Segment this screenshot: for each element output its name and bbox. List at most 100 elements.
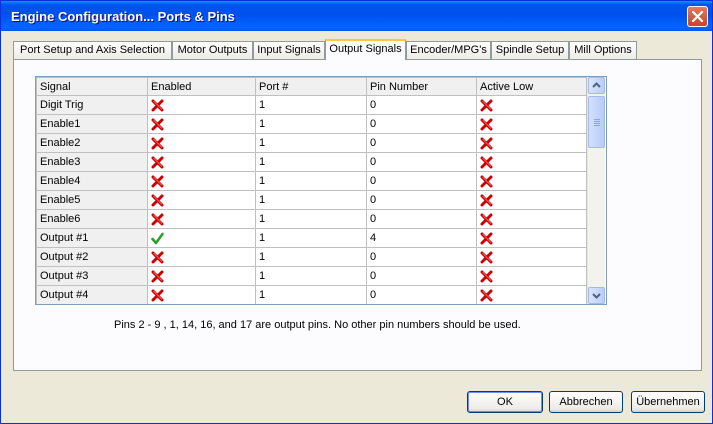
title-bar[interactable]: Engine Configuration... Ports & Pins xyxy=(1,1,712,31)
port-cell[interactable]: 1 xyxy=(255,171,367,191)
pin-number-cell[interactable]: 0 xyxy=(366,114,477,134)
table-row[interactable]: Enable5 1 0 xyxy=(36,190,587,210)
table-row[interactable]: Output #3 1 0 xyxy=(36,266,587,286)
enabled-toggle-cell[interactable] xyxy=(147,228,256,248)
table-row[interactable]: Output #4 1 0 xyxy=(36,285,587,304)
output-signals-grid: Signal Enabled Port # Pin Number Active … xyxy=(35,76,607,305)
table-row[interactable]: Output #1 1 4 xyxy=(36,228,587,248)
engine-config-dialog: Engine Configuration... Ports & Pins Por… xyxy=(0,0,713,424)
red-x-icon xyxy=(480,270,586,283)
column-header-pin-number[interactable]: Pin Number xyxy=(366,77,477,96)
tab-encoder-mpg[interactable]: Encoder/MPG's xyxy=(406,41,491,59)
pin-number-cell[interactable]: 0 xyxy=(366,95,477,115)
pin-number-cell[interactable]: 0 xyxy=(366,133,477,153)
port-cell[interactable]: 1 xyxy=(255,266,367,286)
active-low-toggle-cell[interactable] xyxy=(476,266,587,286)
tab-port-setup[interactable]: Port Setup and Axis Selection xyxy=(13,41,172,59)
active-low-toggle-cell[interactable] xyxy=(476,209,587,229)
signal-name-cell: Output #1 xyxy=(36,228,148,248)
port-cell[interactable]: 1 xyxy=(255,95,367,115)
red-x-icon xyxy=(151,194,255,207)
cancel-button[interactable]: Abbrechen xyxy=(549,391,623,413)
active-low-toggle-cell[interactable] xyxy=(476,133,587,153)
table-row[interactable]: Enable4 1 0 xyxy=(36,171,587,191)
red-x-icon xyxy=(151,213,255,226)
pin-number-cell[interactable]: 0 xyxy=(366,266,477,286)
pin-number-cell[interactable]: 0 xyxy=(366,285,477,304)
red-x-icon xyxy=(480,232,586,245)
scroll-thumb[interactable] xyxy=(588,96,605,148)
apply-button[interactable]: Übernehmen xyxy=(631,391,705,413)
port-cell[interactable]: 1 xyxy=(255,133,367,153)
active-low-toggle-cell[interactable] xyxy=(476,171,587,191)
scroll-down-button[interactable] xyxy=(588,287,605,304)
tab-motor-outputs[interactable]: Motor Outputs xyxy=(172,41,253,59)
table-row[interactable]: Enable1 1 0 xyxy=(36,114,587,134)
red-x-icon xyxy=(151,289,255,302)
close-icon xyxy=(692,11,703,22)
green-check-icon xyxy=(151,232,255,245)
tab-mill-options[interactable]: Mill Options xyxy=(569,41,637,59)
chevron-up-icon xyxy=(592,82,601,88)
active-low-toggle-cell[interactable] xyxy=(476,190,587,210)
port-cell[interactable]: 1 xyxy=(255,114,367,134)
red-x-icon xyxy=(480,137,586,150)
red-x-icon xyxy=(480,251,586,264)
pin-number-cell[interactable]: 0 xyxy=(366,209,477,229)
tab-spindle-setup[interactable]: Spindle Setup xyxy=(491,41,569,59)
signal-name-cell: Enable4 xyxy=(36,171,148,191)
output-pins-note: Pins 2 - 9 , 1, 14, 16, and 17 are outpu… xyxy=(114,319,521,331)
active-low-toggle-cell[interactable] xyxy=(476,152,587,172)
column-header-port[interactable]: Port # xyxy=(255,77,367,96)
enabled-toggle-cell[interactable] xyxy=(147,152,256,172)
red-x-icon xyxy=(480,118,586,131)
table-row[interactable]: Digit Trig 1 0 xyxy=(36,95,587,115)
port-cell[interactable]: 1 xyxy=(255,190,367,210)
signal-name-cell: Output #2 xyxy=(36,247,148,267)
close-button[interactable] xyxy=(687,6,708,27)
port-cell[interactable]: 1 xyxy=(255,247,367,267)
pin-number-cell[interactable]: 0 xyxy=(366,171,477,191)
table-row[interactable]: Enable6 1 0 xyxy=(36,209,587,229)
column-header-signal[interactable]: Signal xyxy=(36,77,148,96)
pin-number-cell[interactable]: 0 xyxy=(366,152,477,172)
enabled-toggle-cell[interactable] xyxy=(147,285,256,304)
enabled-toggle-cell[interactable] xyxy=(147,190,256,210)
signal-name-cell: Enable2 xyxy=(36,133,148,153)
signal-name-cell: Digit Trig xyxy=(36,95,148,115)
table-row[interactable]: Output #2 1 0 xyxy=(36,247,587,267)
signal-name-cell: Enable3 xyxy=(36,152,148,172)
active-low-toggle-cell[interactable] xyxy=(476,95,587,115)
red-x-icon xyxy=(151,175,255,188)
tab-output-signals[interactable]: Output Signals xyxy=(325,39,406,60)
ok-button[interactable]: OK xyxy=(467,391,543,413)
enabled-toggle-cell[interactable] xyxy=(147,171,256,191)
scroll-up-button[interactable] xyxy=(588,77,605,94)
enabled-toggle-cell[interactable] xyxy=(147,95,256,115)
active-low-toggle-cell[interactable] xyxy=(476,285,587,304)
table-row[interactable]: Enable2 1 0 xyxy=(36,133,587,153)
vertical-scrollbar[interactable] xyxy=(587,77,605,304)
column-header-active-low[interactable]: Active Low xyxy=(476,77,587,96)
active-low-toggle-cell[interactable] xyxy=(476,247,587,267)
port-cell[interactable]: 1 xyxy=(255,285,367,304)
column-header-enabled[interactable]: Enabled xyxy=(147,77,256,96)
red-x-icon xyxy=(480,289,586,302)
table-row[interactable]: Enable3 1 0 xyxy=(36,152,587,172)
red-x-icon xyxy=(151,156,255,169)
pin-number-cell[interactable]: 4 xyxy=(366,228,477,248)
active-low-toggle-cell[interactable] xyxy=(476,228,587,248)
tab-input-signals[interactable]: Input Signals xyxy=(253,41,325,59)
enabled-toggle-cell[interactable] xyxy=(147,266,256,286)
enabled-toggle-cell[interactable] xyxy=(147,133,256,153)
enabled-toggle-cell[interactable] xyxy=(147,114,256,134)
pin-number-cell[interactable]: 0 xyxy=(366,190,477,210)
pin-number-cell[interactable]: 0 xyxy=(366,247,477,267)
enabled-toggle-cell[interactable] xyxy=(147,209,256,229)
port-cell[interactable]: 1 xyxy=(255,152,367,172)
port-cell[interactable]: 1 xyxy=(255,209,367,229)
port-cell[interactable]: 1 xyxy=(255,228,367,248)
active-low-toggle-cell[interactable] xyxy=(476,114,587,134)
enabled-toggle-cell[interactable] xyxy=(147,247,256,267)
chevron-down-icon xyxy=(592,293,601,299)
